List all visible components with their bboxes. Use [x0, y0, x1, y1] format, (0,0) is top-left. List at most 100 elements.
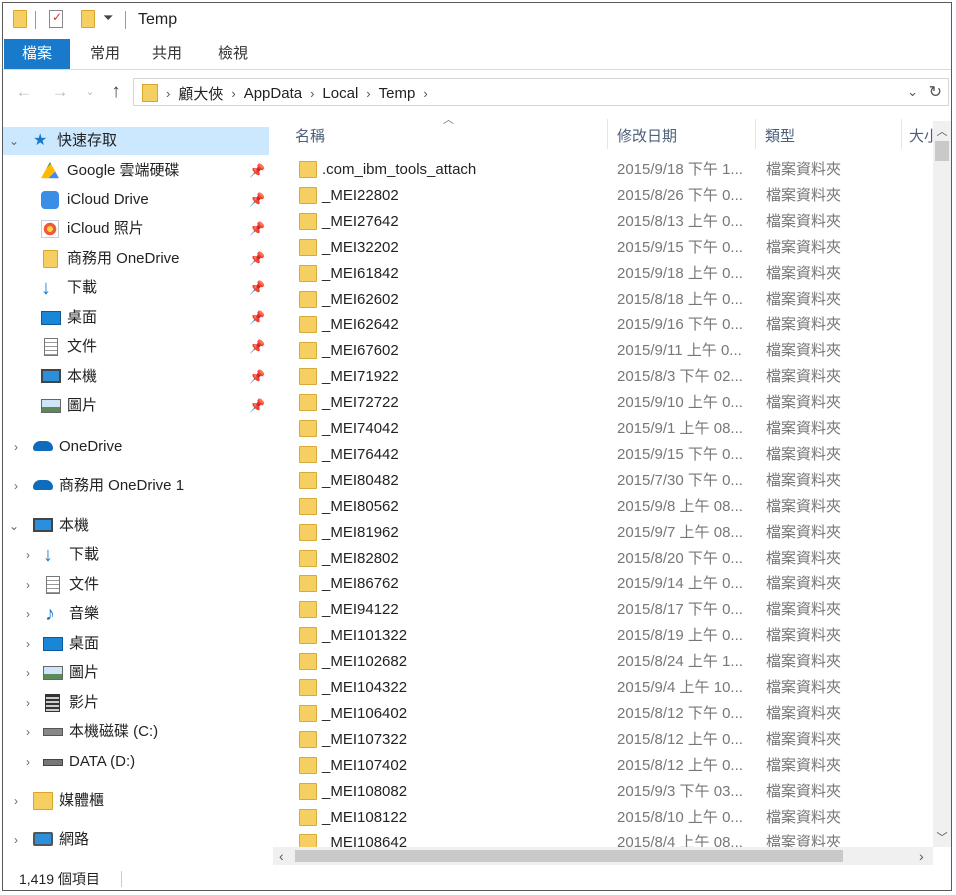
file-row[interactable]: _MEI104322 2015/9/4 上午 10... 檔案資料夾: [273, 675, 933, 701]
chevron-right-icon[interactable]: ›: [21, 689, 35, 717]
column-divider[interactable]: [901, 119, 902, 149]
pin-icon[interactable]: 📌: [249, 392, 265, 420]
scroll-right-icon[interactable]: ›: [919, 847, 924, 865]
scroll-down-icon[interactable]: ﹀: [933, 829, 951, 845]
file-row[interactable]: _MEI67602 2015/9/11 上午 0... 檔案資料夾: [273, 338, 933, 364]
file-row[interactable]: _MEI61842 2015/9/18 上午 0... 檔案資料夾: [273, 261, 933, 287]
breadcrumb-user[interactable]: 顧大俠: [178, 83, 223, 104]
nav-this-pc[interactable]: ⌄ 本機: [3, 512, 269, 540]
breadcrumb-appdata[interactable]: AppData: [244, 85, 302, 102]
pin-icon[interactable]: 📌: [249, 363, 265, 391]
horizontal-scrollbar[interactable]: ‹ ›: [273, 847, 933, 865]
file-row[interactable]: _MEI82802 2015/8/20 下午 0... 檔案資料夾: [273, 546, 933, 572]
file-row[interactable]: _MEI71922 2015/8/3 下午 02... 檔案資料夾: [273, 364, 933, 390]
column-size[interactable]: 大小: [909, 125, 933, 146]
nav-item-desktop[interactable]: 桌面 📌: [3, 304, 269, 332]
new-folder-icon[interactable]: [81, 10, 95, 28]
scroll-up-icon[interactable]: ︿: [933, 123, 951, 139]
chevron-down-icon[interactable]: ⌄: [7, 512, 21, 540]
file-row[interactable]: _MEI101322 2015/8/19 上午 0... 檔案資料夾: [273, 623, 933, 649]
chevron-right-icon[interactable]: ›: [9, 787, 23, 815]
chevron-right-icon[interactable]: ›: [166, 86, 170, 101]
chevron-right-icon[interactable]: ›: [310, 86, 314, 101]
chevron-down-icon[interactable]: ⌄: [7, 127, 21, 155]
file-row[interactable]: _MEI108642 2015/8/4 上午 08... 檔案資料夾: [273, 830, 933, 847]
file-row[interactable]: _MEI81962 2015/9/7 上午 08... 檔案資料夾: [273, 520, 933, 546]
chevron-right-icon[interactable]: ›: [21, 571, 35, 599]
chevron-right-icon[interactable]: ›: [21, 541, 35, 569]
tab-file[interactable]: 檔案: [4, 39, 70, 69]
breadcrumb-temp[interactable]: Temp: [379, 85, 416, 102]
nav-pc-data-drive[interactable]: › DATA (D:): [3, 748, 269, 776]
nav-onedrive[interactable]: › OneDrive: [3, 433, 269, 461]
tab-view[interactable]: 檢視: [205, 39, 261, 69]
vertical-scrollbar[interactable]: ︿ ﹀: [933, 121, 951, 847]
nav-libraries[interactable]: › 媒體櫃: [3, 787, 269, 815]
chevron-right-icon[interactable]: ›: [21, 748, 35, 776]
nav-item-pictures[interactable]: 圖片 📌: [3, 392, 269, 420]
scroll-left-icon[interactable]: ‹: [279, 847, 284, 865]
pin-icon[interactable]: 📌: [249, 245, 265, 273]
column-date[interactable]: 修改日期: [617, 125, 677, 146]
nav-network[interactable]: › 網路: [3, 826, 269, 854]
properties-icon[interactable]: ✓: [49, 10, 63, 28]
nav-pc-local-disk[interactable]: › 本機磁碟 (C:): [3, 718, 269, 746]
file-row[interactable]: .com_ibm_tools_attach 2015/9/18 下午 1... 檔案…: [273, 157, 933, 183]
file-row[interactable]: _MEI62642 2015/9/16 下午 0... 檔案資料夾: [273, 312, 933, 338]
pin-icon[interactable]: 📌: [249, 274, 265, 302]
file-row[interactable]: _MEI108122 2015/8/10 上午 0... 檔案資料夾: [273, 805, 933, 831]
nav-item-downloads[interactable]: ↓ 下載 📌: [3, 274, 269, 302]
nav-item-icloud-drive[interactable]: iCloud Drive 📌: [3, 186, 269, 214]
tab-share[interactable]: 共用: [141, 39, 193, 69]
file-row[interactable]: _MEI80562 2015/9/8 上午 08... 檔案資料夾: [273, 494, 933, 520]
file-row[interactable]: _MEI72722 2015/9/10 上午 0... 檔案資料夾: [273, 390, 933, 416]
file-row[interactable]: _MEI74042 2015/9/1 上午 08... 檔案資料夾: [273, 416, 933, 442]
customize-toolbar-icon[interactable]: ⏷: [103, 10, 113, 26]
file-row[interactable]: _MEI108082 2015/9/3 下午 03... 檔案資料夾: [273, 779, 933, 805]
chevron-right-icon[interactable]: ›: [21, 630, 35, 658]
nav-item-google-drive[interactable]: Google 雲端硬碟 📌: [3, 157, 269, 185]
file-row[interactable]: _MEI94122 2015/8/17 下午 0... 檔案資料夾: [273, 597, 933, 623]
tab-home[interactable]: 常用: [79, 39, 131, 69]
up-icon[interactable]: ↑: [105, 81, 127, 103]
column-name[interactable]: 名稱: [295, 125, 325, 146]
chevron-right-icon[interactable]: ›: [21, 718, 35, 746]
pin-icon[interactable]: 📌: [249, 215, 265, 243]
column-divider[interactable]: [755, 119, 756, 149]
chevron-right-icon[interactable]: ›: [9, 826, 23, 854]
nav-pc-music[interactable]: › ♪ 音樂: [3, 600, 269, 628]
file-row[interactable]: _MEI62602 2015/8/18 上午 0... 檔案資料夾: [273, 287, 933, 313]
chevron-right-icon[interactable]: ›: [21, 659, 35, 687]
file-row[interactable]: _MEI107402 2015/8/12 上午 0... 檔案資料夾: [273, 753, 933, 779]
breadcrumb-local[interactable]: Local: [322, 85, 358, 102]
nav-onedrive-business[interactable]: › 商務用 OneDrive 1: [3, 472, 269, 500]
chevron-down-icon[interactable]: ⌄: [907, 84, 918, 100]
pin-icon[interactable]: 📌: [249, 186, 265, 214]
pin-icon[interactable]: 📌: [249, 157, 265, 185]
scrollbar-thumb[interactable]: [935, 141, 949, 161]
chevron-right-icon[interactable]: ›: [366, 86, 370, 101]
file-row[interactable]: _MEI32202 2015/9/15 下午 0... 檔案資料夾: [273, 235, 933, 261]
file-row[interactable]: _MEI86762 2015/9/14 上午 0... 檔案資料夾: [273, 571, 933, 597]
back-icon[interactable]: ←: [13, 81, 35, 103]
file-row[interactable]: _MEI22802 2015/8/26 下午 0... 檔案資料夾: [273, 183, 933, 209]
file-row[interactable]: _MEI106402 2015/8/12 下午 0... 檔案資料夾: [273, 701, 933, 727]
nav-item-onedrive-business[interactable]: 商務用 OneDrive 📌: [3, 245, 269, 273]
scrollbar-thumb[interactable]: [295, 850, 843, 862]
forward-icon[interactable]: →: [49, 81, 71, 103]
chevron-right-icon[interactable]: ›: [9, 433, 23, 461]
file-row[interactable]: _MEI27642 2015/8/13 上午 0... 檔案資料夾: [273, 209, 933, 235]
chevron-right-icon[interactable]: ›: [21, 600, 35, 628]
nav-item-icloud-photos[interactable]: iCloud 照片 📌: [3, 215, 269, 243]
file-row[interactable]: _MEI107322 2015/8/12 上午 0... 檔案資料夾: [273, 727, 933, 753]
file-row[interactable]: _MEI102682 2015/8/24 上午 1... 檔案資料夾: [273, 649, 933, 675]
address-bar[interactable]: › 顧大俠 › AppData › Local › Temp › ⌄ ↻: [133, 78, 949, 106]
file-row[interactable]: _MEI80482 2015/7/30 下午 0... 檔案資料夾: [273, 468, 933, 494]
column-type[interactable]: 類型: [765, 125, 795, 146]
pin-icon[interactable]: 📌: [249, 333, 265, 361]
chevron-right-icon[interactable]: ›: [9, 472, 23, 500]
recent-locations-icon[interactable]: ⌄: [79, 81, 101, 103]
column-divider[interactable]: [607, 119, 608, 149]
refresh-icon[interactable]: ↻: [929, 82, 942, 102]
nav-item-documents[interactable]: 文件 📌: [3, 333, 269, 361]
